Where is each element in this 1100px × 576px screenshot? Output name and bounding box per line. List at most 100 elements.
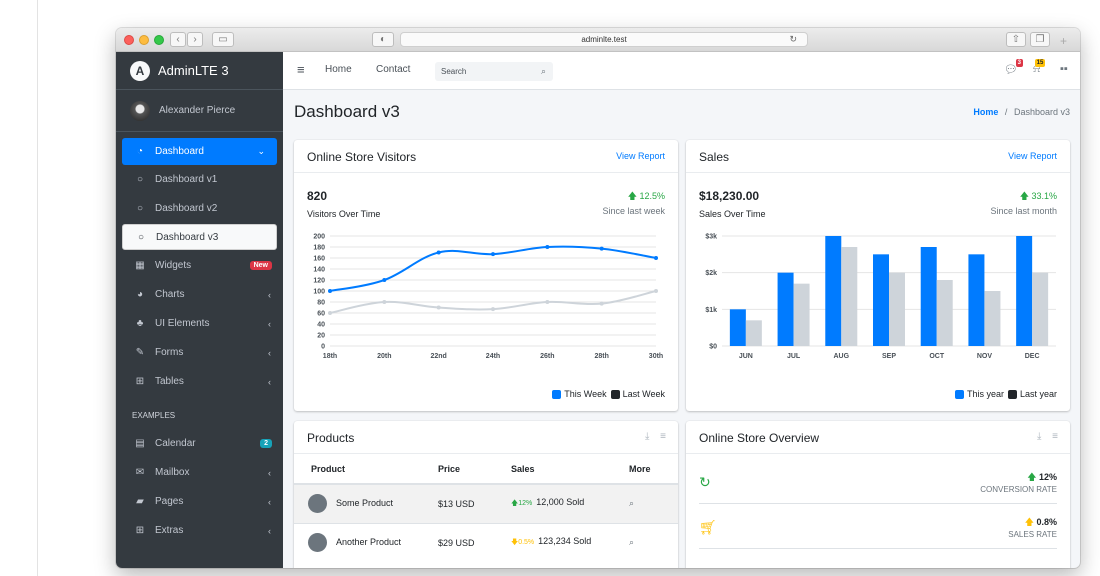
- overview-card: Online Store Overview ⤓ ≡ ↻ 🡅 12% CONVER…: [686, 421, 1070, 568]
- sidebar-item-mailbox[interactable]: ✉ Mailbox ‹: [116, 458, 283, 487]
- bar-this-year: [968, 254, 985, 346]
- book-icon: ▰: [136, 496, 144, 507]
- y-tick-label: $2k: [705, 270, 717, 277]
- legend-label-last-week: Last Week: [622, 389, 665, 399]
- product-change: 12%: [518, 500, 533, 508]
- x-tick-label: 22nd: [430, 353, 446, 360]
- overview-row-conversion: ↻ 🡅 12% CONVERSION RATE: [699, 461, 1057, 504]
- x-tick-label: 24th: [486, 353, 500, 360]
- x-tick-label: 28th: [594, 353, 608, 360]
- nav-link-home[interactable]: Home: [325, 64, 352, 75]
- bar-last-year: [841, 247, 858, 346]
- search-icon[interactable]: ⌕: [541, 62, 546, 81]
- address-bar[interactable]: adminlte.test ↻: [400, 32, 808, 47]
- messages-icon[interactable]: 💬︎ 3: [1004, 59, 1023, 76]
- x-tick-label: 18th: [323, 353, 337, 360]
- circle-icon: ○: [137, 231, 145, 243]
- search-icon[interactable]: ⌕: [621, 522, 678, 562]
- search-icon[interactable]: ⌕: [621, 483, 678, 523]
- y-tick-label: 200: [313, 234, 325, 241]
- card-title: Online Store Overview: [699, 431, 820, 445]
- view-report-link[interactable]: View Report: [1008, 151, 1057, 161]
- legend-swatch-last-week: [610, 389, 620, 399]
- sidebar-item-forms[interactable]: ✎ Forms ‹: [116, 338, 283, 367]
- product-price: $29 USD: [430, 522, 503, 562]
- maximize-window-icon[interactable]: [154, 35, 164, 45]
- avatar: [130, 100, 150, 121]
- sidebar-item-dashboard-v3[interactable]: ○ Dashboard v3: [122, 224, 277, 250]
- envelope-icon: ✉: [135, 467, 145, 478]
- new-tab-icon[interactable]: +: [1060, 34, 1067, 48]
- table-header-row: Product Price Sales More: [294, 454, 678, 485]
- sidebar-item-ui-elements[interactable]: ♣ UI Elements ‹: [116, 309, 283, 338]
- sidebar-item-charts[interactable]: ◕ Charts ‹: [116, 280, 283, 309]
- x-tick-label: JUL: [787, 353, 801, 360]
- sidebar-item-pages[interactable]: ▰ Pages ‹: [116, 487, 283, 516]
- chevron-left-icon: ‹: [268, 376, 271, 387]
- search-input[interactable]: Search ⌕: [435, 62, 553, 81]
- bar-last-year: [745, 320, 762, 346]
- legend-label-this-week: This Week: [564, 389, 607, 399]
- browser-window: ‹ › ▭ ◐ adminlte.test ↻ ⇧ ❐ + A AdminLTE…: [116, 28, 1080, 568]
- sidebar-item-widgets[interactable]: ▦ Widgets New: [116, 251, 283, 280]
- data-point: [491, 252, 495, 257]
- y-tick-label: 180: [313, 245, 325, 252]
- user-panel[interactable]: Alexander Pierce: [116, 90, 283, 132]
- sidebar-item-label: Extras: [155, 525, 184, 536]
- data-point: [599, 246, 604, 251]
- view-report-link[interactable]: View Report: [616, 151, 665, 161]
- data-point: [599, 301, 604, 306]
- download-icon[interactable]: ⤓: [645, 431, 649, 442]
- y-tick-label: $0: [709, 344, 717, 351]
- table-row: Some Product $13 USD 🡅12% 12,000 Sold ⌕: [294, 483, 678, 523]
- nav-link-contact[interactable]: Contact: [376, 64, 410, 75]
- sidebar-item-extras[interactable]: ⊞ Extras ‹: [116, 516, 283, 545]
- legend-label-last-year: Last year: [1019, 389, 1057, 399]
- privacy-shield-icon[interactable]: ◐: [372, 32, 394, 47]
- user-name: Alexander Pierce: [159, 105, 236, 116]
- forward-icon[interactable]: ›: [187, 32, 203, 47]
- sidebar-item-label: Dashboard: [155, 146, 204, 157]
- card-title: Online Store Visitors: [307, 150, 417, 164]
- breadcrumb-home[interactable]: Home: [973, 107, 998, 117]
- conversion-rate-value: 12%: [1038, 472, 1057, 482]
- product-change: 0.5%: [518, 539, 535, 547]
- x-tick-label: NOV: [977, 353, 993, 360]
- sidebar-item-dashboard[interactable]: ◔ Dashboard ⌄: [122, 138, 277, 165]
- product-sales: 🡅12% 12,000 Sold: [503, 483, 621, 523]
- bar-last-year: [936, 280, 953, 346]
- product-sold: 123,234 Sold: [538, 536, 592, 547]
- share-icon[interactable]: ⇧: [1006, 32, 1026, 47]
- sidebar-item-dashboard-v2[interactable]: ○ Dashboard v2: [116, 194, 283, 223]
- sidebar-item-calendar[interactable]: ▤ Calendar 2: [116, 429, 283, 458]
- data-point: [328, 289, 332, 293]
- back-icon[interactable]: ‹: [170, 32, 186, 47]
- close-window-icon[interactable]: [124, 35, 134, 45]
- sidebar-item-label: Forms: [155, 347, 184, 358]
- reload-icon[interactable]: ↻: [789, 33, 797, 46]
- column-header: More: [621, 454, 678, 485]
- visitors-value: 820: [307, 189, 328, 203]
- download-icon[interactable]: ⤓: [1037, 431, 1041, 442]
- tabs-overview-icon[interactable]: ❐: [1030, 32, 1050, 47]
- menu-icon[interactable]: ≡: [1052, 431, 1058, 442]
- legend-swatch-this-week: [552, 389, 562, 399]
- sidebar-item-dashboard-v1[interactable]: ○ Dashboard v1: [116, 165, 283, 194]
- visitors-change: 🡅 12.5%: [628, 189, 665, 205]
- card-title: Products: [307, 431, 355, 445]
- brand-link[interactable]: A AdminLTE 3: [116, 52, 283, 90]
- apps-grid-icon[interactable]: ▪▪: [1060, 63, 1068, 75]
- card-tools: ⤓ ≡: [1037, 431, 1058, 442]
- y-tick-label: 0: [321, 344, 325, 351]
- products-table: Product Price Sales More Some Product $1…: [294, 454, 678, 562]
- circle-icon: ○: [136, 203, 144, 214]
- card-title: Sales: [699, 150, 730, 164]
- bell-icon[interactable]: ⍾ 15: [1033, 59, 1046, 76]
- hamburger-menu-icon[interactable]: ≡: [297, 62, 305, 77]
- menu-icon[interactable]: ≡: [660, 431, 666, 442]
- sidebar-toggle-icon[interactable]: ▭: [212, 32, 234, 47]
- minimize-window-icon[interactable]: [139, 35, 149, 45]
- sidebar-item-tables[interactable]: ⊞ Tables ‹: [116, 367, 283, 396]
- chevron-left-icon: ‹: [268, 289, 271, 300]
- arrow-up-icon: 🡅: [1019, 191, 1032, 201]
